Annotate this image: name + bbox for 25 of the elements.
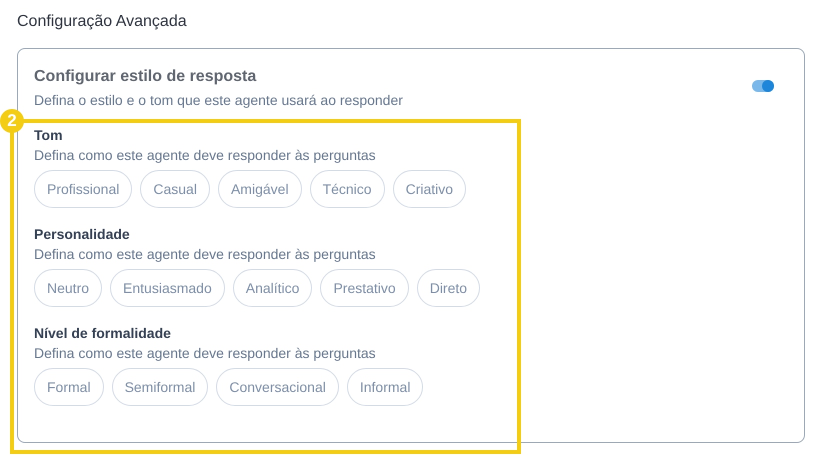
section-hint: Defina como este agente deve responder às perguntas	[34, 344, 377, 362]
toggle-switch[interactable]	[752, 80, 774, 92]
section-label: Nível de formalidade	[34, 324, 172, 342]
page-title: Configuração Avançada	[17, 12, 188, 32]
step-badge: 2	[0, 109, 24, 133]
option-chip[interactable]: Entusiasmado	[110, 269, 225, 307]
card-title: Configurar estilo de resposta	[34, 67, 258, 87]
section-label: Personalidade	[34, 225, 131, 243]
option-chip[interactable]: Conversacional	[216, 368, 339, 406]
option-chip[interactable]: Formal	[34, 368, 104, 406]
option-chip[interactable]: Criativo	[392, 170, 466, 208]
option-chip[interactable]: Técnico	[310, 170, 385, 208]
option-chip[interactable]: Amigável	[218, 170, 302, 208]
option-chip[interactable]: Semiformal	[112, 368, 208, 406]
card-subtitle: Defina o estilo e o tom que este agente usará ao responder	[34, 91, 403, 109]
section-hint: Defina como este agente deve responder às perguntas	[34, 245, 377, 263]
option-chip[interactable]: Direto	[416, 269, 480, 307]
option-chip[interactable]: Profissional	[34, 170, 132, 208]
option-chip[interactable]: Casual	[140, 170, 210, 208]
option-chip[interactable]: Prestativo	[320, 269, 409, 307]
option-chip[interactable]: Neutro	[34, 269, 102, 307]
option-chip[interactable]: Informal	[346, 368, 424, 406]
section-hint: Defina como este agente deve responder às perguntas	[34, 146, 377, 164]
section-label: Tom	[34, 126, 64, 144]
option-chip[interactable]: Analítico	[232, 269, 312, 307]
